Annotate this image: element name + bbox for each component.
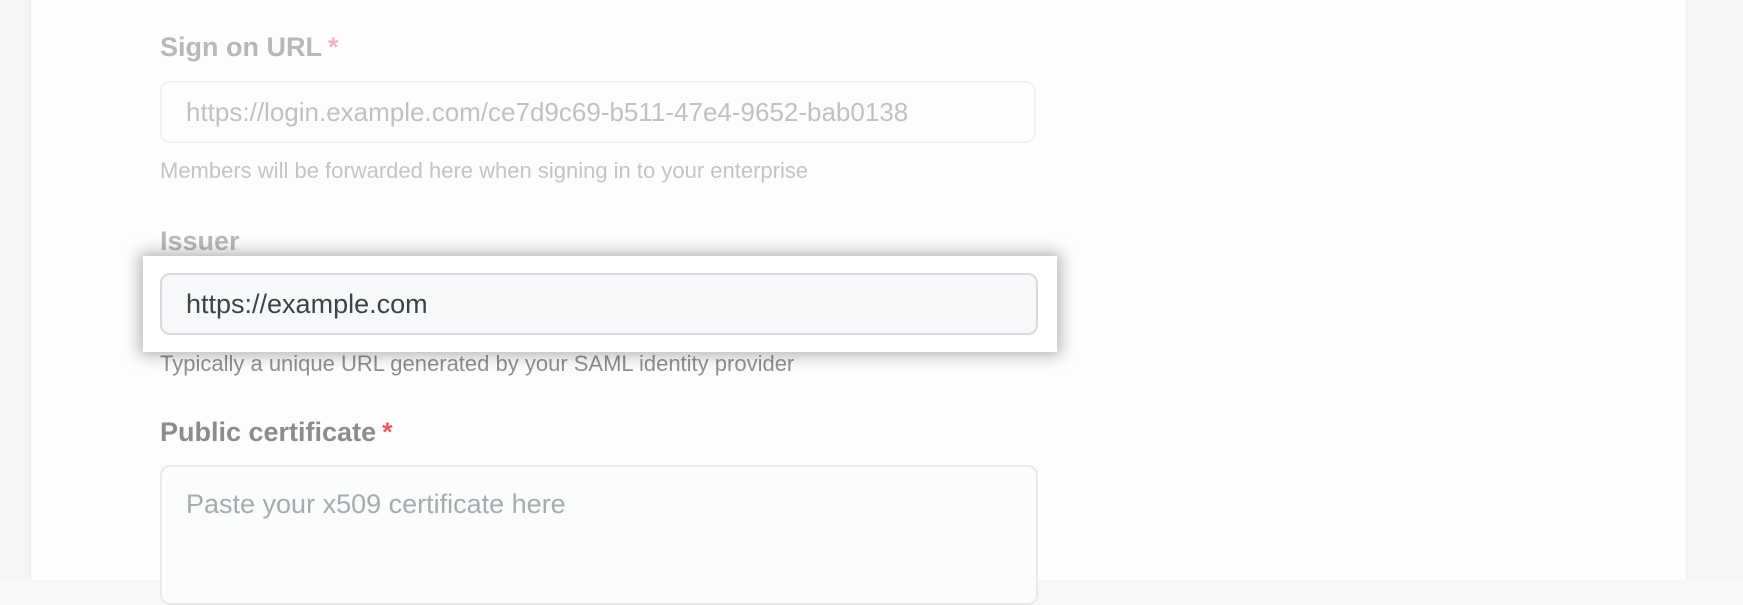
public-certificate-label: Public certificate *	[160, 417, 393, 448]
public-certificate-label-text: Public certificate	[160, 417, 377, 447]
sign-on-url-label: Sign on URL *	[160, 32, 339, 63]
public-certificate-textarea[interactable]: Paste your x509 certificate here	[160, 465, 1038, 605]
sign-on-url-label-text: Sign on URL	[160, 32, 322, 62]
issuer-hint: Typically a unique URL generated by your…	[160, 351, 795, 376]
issuer-label-text: Issuer	[160, 226, 240, 256]
sign-on-url-field[interactable]: https://login.example.com/ce7d9c69-b511-…	[160, 81, 1036, 143]
issuer-field[interactable]: https://example.com	[160, 273, 1038, 335]
issuer-label: Issuer	[160, 226, 240, 257]
required-marker: *	[327, 32, 339, 62]
required-marker: *	[382, 417, 393, 447]
sign-on-url-hint: Members will be forwarded here when sign…	[160, 158, 809, 183]
